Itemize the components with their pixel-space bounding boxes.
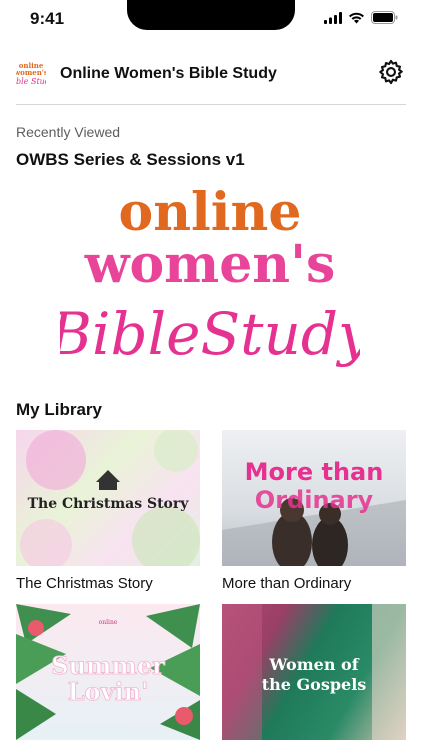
summer-thumb-line2: Lovin' (68, 677, 149, 706)
recent-hero-image[interactable]: online women's BibleStudy (48, 176, 372, 380)
gospels-thumb-line2: the Gospels (262, 675, 367, 694)
status-icons (324, 11, 398, 29)
recently-viewed-label: Recently Viewed (16, 124, 121, 140)
library-card-more-than-ordinary[interactable]: More than Ordinary More than Ordinary (222, 430, 406, 592)
app-header: online women's Bible Study Online Women'… (16, 52, 406, 96)
svg-text:women's: women's (16, 68, 46, 77)
recent-item-title[interactable]: OWBS Series & Sessions v1 (16, 150, 245, 170)
library-card-summer-lovin[interactable]: online Summer Lovin' (16, 604, 200, 749)
card-thumbnail: More than Ordinary (222, 430, 406, 566)
status-time: 9:41 (30, 9, 65, 28)
svg-text:Bible Study: Bible Study (16, 77, 46, 86)
app-title: Online Women's Bible Study (60, 65, 277, 82)
card-label: More than Ordinary (222, 575, 352, 592)
status-bar: 9:41 (0, 0, 422, 40)
library-card-christmas[interactable]: The Christmas Story The Christmas Story (16, 430, 200, 592)
gospels-thumb-line1: Women of (268, 655, 359, 674)
summer-thumb-logo: online (99, 619, 118, 626)
ordinary-thumb-line1: More than (245, 458, 384, 486)
gear-icon (377, 58, 405, 91)
card-thumbnail: Women of the Gospels (222, 604, 406, 740)
battery-icon (371, 11, 398, 29)
christmas-thumb-title: The Christmas Story (28, 496, 190, 512)
hero-text-womens: women's (84, 234, 336, 295)
app-logo: online women's Bible Study (16, 59, 46, 89)
summer-thumb-line1: Summer (51, 651, 165, 680)
wifi-icon (348, 11, 365, 29)
header-divider (16, 104, 406, 105)
hero-text-biblestudy: BibleStudy (60, 300, 360, 368)
card-thumbnail: online Summer Lovin' (16, 604, 200, 740)
my-library-heading: My Library (16, 400, 102, 419)
card-label: The Christmas Story (16, 575, 153, 592)
device-notch (127, 0, 295, 30)
signal-icon (324, 11, 342, 29)
card-thumbnail: The Christmas Story (16, 430, 200, 566)
ordinary-thumb-line2: Ordinary (255, 486, 374, 514)
settings-button[interactable] (376, 59, 406, 89)
library-card-women-of-the-gospels[interactable]: Women of the Gospels (222, 604, 406, 749)
